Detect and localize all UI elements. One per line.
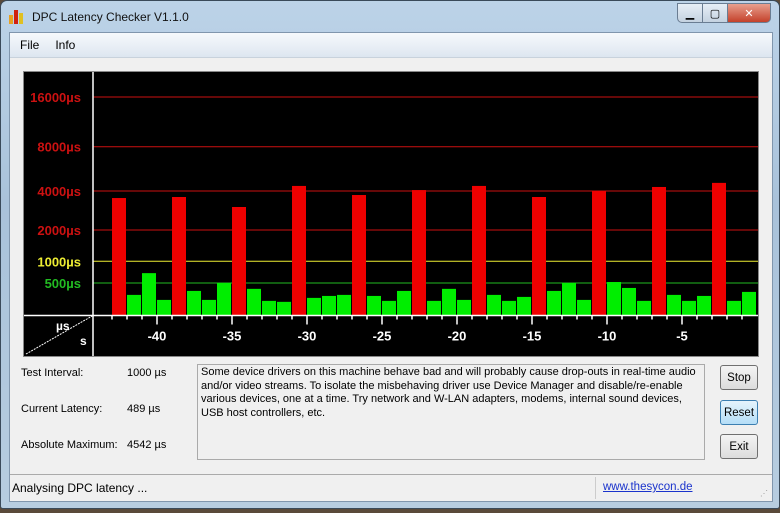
x-tick-label: -30 — [298, 329, 317, 344]
latency-bar — [382, 300, 396, 316]
latency-bar — [682, 300, 696, 316]
x-tick-label: -35 — [223, 329, 242, 344]
status-bar: Analysing DPC latency ... www.thesycon.d… — [10, 474, 772, 501]
latency-bar — [412, 190, 426, 316]
latency-bar — [637, 300, 651, 316]
menu-bar: File Info — [10, 33, 772, 58]
latency-bar — [232, 206, 246, 316]
latency-bar — [277, 301, 291, 316]
test-interval-label: Test Interval: — [21, 367, 84, 379]
latency-bar — [367, 295, 381, 316]
reset-button[interactable]: Reset — [720, 400, 758, 425]
latency-bar — [112, 198, 126, 316]
x-tick-label: -5 — [676, 329, 688, 344]
latency-bar — [247, 288, 261, 316]
latency-bar — [712, 182, 726, 316]
latency-bar — [202, 299, 216, 316]
latency-bar — [562, 283, 576, 316]
status-text: Analysing DPC latency ... — [12, 481, 148, 495]
absolute-maximum-label: Absolute Maximum: — [21, 439, 118, 451]
latency-bar — [652, 186, 666, 316]
latency-chart-svg: 16000µs 8000µs 4000µs 2000µs 1000µs 500µs µss -… — [24, 72, 758, 356]
menu-info[interactable]: Info — [49, 38, 81, 52]
latency-bar — [187, 290, 201, 316]
y-axis-unit: µs — [56, 319, 70, 333]
x-axis-unit: s — [80, 334, 87, 348]
current-latency-label: Current Latency: — [21, 403, 103, 415]
x-tick-label: -25 — [373, 329, 392, 344]
latency-bar — [337, 294, 351, 316]
latency-bar — [532, 197, 546, 316]
y-tick-label: 8000µs — [37, 140, 81, 155]
latency-bar — [262, 300, 276, 316]
latency-bar — [442, 288, 456, 316]
menu-file[interactable]: File — [14, 38, 45, 52]
x-tick-label: -40 — [148, 329, 167, 344]
latency-chart: 16000µs 8000µs 4000µs 2000µs 1000µs 500µs µs s -… — [23, 71, 759, 357]
x-tick-label: -10 — [598, 329, 617, 344]
latency-bar — [622, 287, 636, 316]
maximize-icon: ▢ — [709, 6, 721, 20]
latency-bar — [742, 291, 756, 316]
x-tick-label: -20 — [448, 329, 467, 344]
latency-bar — [397, 290, 411, 316]
website-link[interactable]: www.thesycon.de — [603, 481, 693, 493]
latency-bar — [472, 185, 486, 316]
latency-bar — [292, 185, 306, 316]
latency-bar — [157, 299, 171, 316]
exit-button[interactable]: Exit — [720, 434, 758, 459]
latency-bar — [577, 299, 591, 316]
y-tick-label: 500µs — [45, 276, 81, 291]
resize-grip-icon[interactable]: ⋰ — [760, 489, 770, 499]
latency-bar — [217, 283, 231, 316]
latency-bar — [427, 300, 441, 316]
y-tick-label: 4000µs — [37, 184, 81, 199]
y-tick-label: 1000µs — [37, 254, 81, 269]
latency-bar — [142, 273, 156, 316]
minimize-icon: ▁ — [685, 6, 695, 20]
test-interval-value: 1000 µs — [127, 367, 167, 379]
latency-bar — [307, 297, 321, 316]
latency-bar — [487, 294, 501, 316]
current-latency-value: 489 µs — [127, 403, 161, 415]
latency-bar — [322, 295, 336, 316]
latency-bar — [547, 290, 561, 316]
stop-button[interactable]: Stop — [720, 365, 758, 390]
minimize-button[interactable]: ▁ — [677, 3, 703, 23]
latency-bar — [127, 294, 141, 316]
close-icon: ✕ — [744, 6, 754, 20]
latency-bar — [727, 300, 741, 316]
latency-bar — [517, 296, 531, 316]
window-title: DPC Latency Checker V1.1.0 — [32, 10, 189, 24]
latency-bar — [697, 295, 711, 316]
x-tick-label: -15 — [523, 329, 542, 344]
message-box: Some device drivers on this machine beha… — [197, 364, 705, 460]
bar-chart-app-icon — [9, 10, 25, 24]
latency-bar — [352, 195, 366, 316]
close-button[interactable]: ✕ — [728, 3, 771, 23]
latency-bar — [592, 191, 606, 316]
latency-bar — [502, 300, 516, 316]
title-bar[interactable]: DPC Latency Checker V1.1.0 — [9, 7, 189, 27]
y-tick-label: 2000µs — [37, 223, 81, 238]
absolute-maximum-value: 4542 µs — [127, 439, 167, 451]
y-tick-label: 16000µs — [30, 90, 81, 105]
app-window: DPC Latency Checker V1.1.0 ▁ ▢ ✕ File In… — [0, 0, 780, 509]
latency-bar — [172, 197, 186, 316]
status-separator — [595, 477, 596, 499]
latency-bar — [457, 299, 471, 316]
maximize-button[interactable]: ▢ — [703, 3, 728, 23]
latency-bar — [667, 294, 681, 316]
client-area: File Info 16000µs 8000µs 4000µs 2000µs 1000µ… — [9, 32, 773, 502]
latency-bar — [607, 282, 621, 316]
